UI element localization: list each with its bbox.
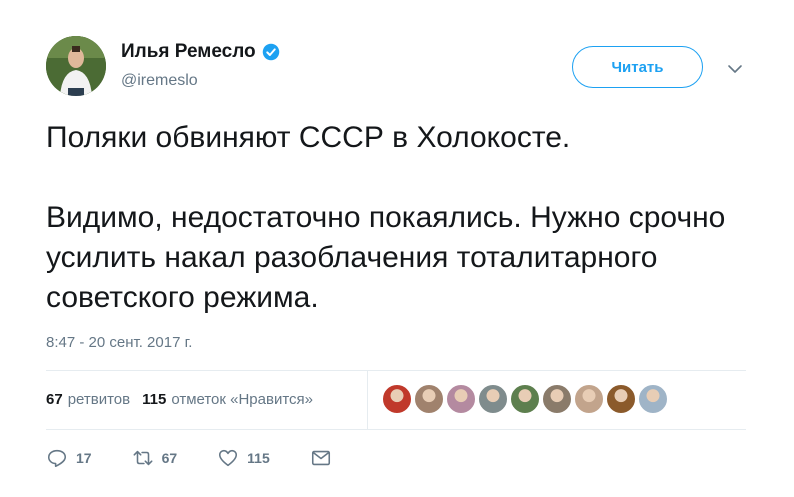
tweet-paragraph: Поляки обвиняют СССР в Холокосте. <box>46 121 571 154</box>
liker-avatar[interactable] <box>606 384 636 414</box>
chevron-down-icon[interactable] <box>726 60 744 78</box>
retweet-count: 67 <box>161 450 178 466</box>
envelope-icon <box>311 450 330 466</box>
retweet-icon <box>133 450 153 466</box>
display-name[interactable]: Илья Ремесло <box>121 41 256 63</box>
reply-button[interactable]: 17 <box>46 447 92 469</box>
tweet-text: Поляки обвиняют СССР в Холокосте. Видимо… <box>46 118 746 318</box>
liker-avatar[interactable] <box>414 384 444 414</box>
retweet-button[interactable]: 67 <box>132 447 178 469</box>
user-handle[interactable]: @iremeslo <box>121 72 198 90</box>
liker-avatar[interactable] <box>542 384 572 414</box>
reply-icon <box>47 449 67 468</box>
stats-separator <box>367 371 368 429</box>
tweet-actions: 17 67 115 <box>46 447 380 469</box>
like-button[interactable]: 115 <box>217 447 270 469</box>
liker-avatar[interactable] <box>446 384 476 414</box>
tweet-paragraph: Видимо, недостаточно покаялись. Нужно ср… <box>46 201 726 314</box>
retweets-count: 67 <box>46 391 63 408</box>
liker-avatar[interactable] <box>510 384 540 414</box>
liker-avatar[interactable] <box>382 384 412 414</box>
avatar-image <box>46 36 106 96</box>
likers-avatars <box>382 384 670 414</box>
retweets-label: ретвитов <box>67 391 131 408</box>
direct-message-button[interactable] <box>310 447 340 469</box>
verified-badge-icon <box>262 43 279 61</box>
retweets-stat[interactable]: 67 ретвитов <box>46 391 130 408</box>
user-name-row: Илья Ремесло <box>121 41 280 63</box>
likes-stat[interactable]: 115 отметок «Нравится» <box>142 391 313 408</box>
heart-icon <box>219 449 238 467</box>
follow-button[interactable]: Читать <box>572 46 703 88</box>
liker-avatar[interactable] <box>638 384 668 414</box>
likes-label: отметок «Нравится» <box>171 391 313 408</box>
avatar[interactable] <box>46 36 106 96</box>
liker-avatar[interactable] <box>574 384 604 414</box>
tweet-timestamp[interactable]: 8:47 - 20 сент. 2017 г. <box>46 334 192 351</box>
reply-count: 17 <box>76 450 92 466</box>
divider <box>46 370 746 371</box>
liker-avatar[interactable] <box>478 384 508 414</box>
like-count: 115 <box>247 450 270 466</box>
likes-count: 115 <box>142 391 167 408</box>
divider <box>46 429 746 430</box>
tweet-stats: 67 ретвитов 115 отметок «Нравится» <box>46 391 325 408</box>
